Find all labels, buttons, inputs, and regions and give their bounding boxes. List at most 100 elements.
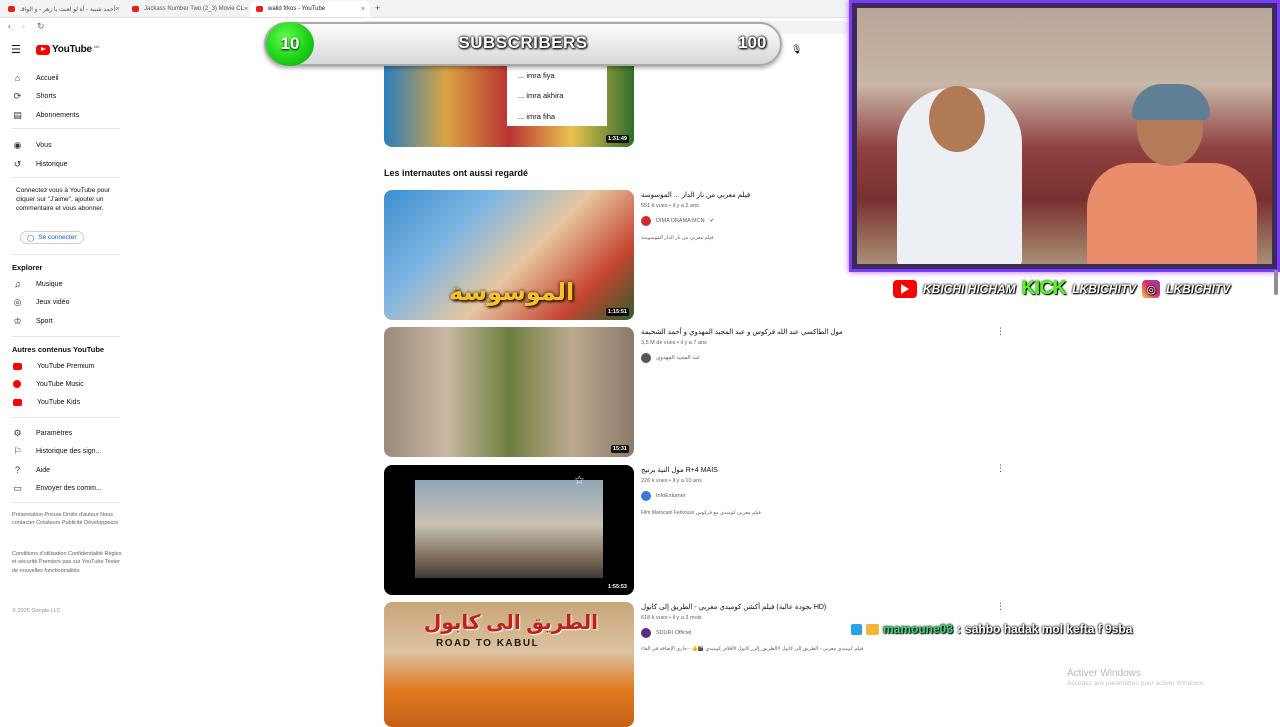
- sidebar-item-you[interactable]: ◉ Vous: [12, 136, 52, 154]
- sidebar-item-music[interactable]: ♫ Musique: [12, 275, 62, 293]
- youtube-logo[interactable]: YouTube MA: [36, 44, 100, 55]
- thumbnail-text: الطريق الى كابول: [424, 612, 599, 634]
- person-right: [1087, 163, 1257, 264]
- signin-button[interactable]: ◯ Se connecter: [20, 231, 84, 244]
- search-suggestion[interactable]: ... imra fiya: [518, 71, 555, 80]
- account-icon: ◯: [27, 234, 35, 242]
- windows-activation-subtitle: Accédez aux paramètres pour activer Wind…: [1067, 680, 1205, 687]
- video-description: فيلم مغربي من نار الدار الموسوسة: [641, 235, 714, 241]
- channel-link[interactable]: عبد المجيد المهدوي: [641, 353, 700, 363]
- sidebar-item-premium[interactable]: YouTube Premium: [12, 357, 94, 375]
- back-arrow-icon[interactable]: ‹: [8, 21, 11, 31]
- video-title[interactable]: فيلم مغربي من نار الدار ... الموسوسة: [641, 191, 750, 199]
- hamburger-menu-icon[interactable]: ☰: [11, 43, 21, 56]
- sidebar-item-history[interactable]: ↺ Historique: [12, 155, 68, 173]
- sidebar-item-help[interactable]: ? Aide: [12, 461, 50, 479]
- scrollbar[interactable]: [1274, 270, 1278, 295]
- video-thumbnail[interactable]: الطريق الى كابول ROAD TO KABUL: [384, 602, 634, 727]
- sidebar-item-music-app[interactable]: YouTube Music: [12, 375, 84, 393]
- video-meta: 618 k vues • il y a 3 mois: [641, 615, 702, 621]
- home-icon: ⌂: [14, 73, 21, 83]
- close-tab-icon[interactable]: ×: [361, 6, 365, 13]
- sidebar-item-sport[interactable]: ♔ Sport: [12, 312, 52, 330]
- sidebar-item-gaming[interactable]: ◎ Jeux vidéo: [12, 293, 70, 311]
- divider: [12, 336, 120, 337]
- channel-link[interactable]: DIMA DRAMA MCN ✔: [641, 216, 714, 226]
- search-suggestion[interactable]: ... imra fiha: [518, 112, 555, 121]
- sidebar-item-kids[interactable]: YouTube Kids: [12, 393, 80, 411]
- instagram-handle: LKBICHITV: [1166, 282, 1231, 296]
- user-icon: ◉: [13, 139, 22, 150]
- reload-icon[interactable]: ↻: [37, 21, 45, 32]
- sidebar-item-report-history[interactable]: ⚐ Historique des sign...: [12, 442, 101, 460]
- close-tab-icon[interactable]: ×: [244, 6, 248, 13]
- video-thumbnail[interactable]: 15:31: [384, 327, 634, 457]
- youtube-icon: [893, 280, 917, 298]
- forward-arrow-icon[interactable]: ›: [22, 21, 25, 31]
- channel-link[interactable]: SDURI Officiel: [641, 628, 691, 638]
- avatar: [641, 216, 651, 226]
- person-left-head: [929, 86, 985, 152]
- badge-icon: [851, 623, 862, 635]
- star-icon: ☆: [574, 473, 585, 487]
- youtube-music-icon: [13, 380, 21, 388]
- more-options-icon[interactable]: ⋮: [996, 463, 1005, 474]
- thumbnail-image: [415, 480, 603, 578]
- video-title[interactable]: مول الطاكسي عبد الله فركوس و عبد المجيد …: [641, 328, 843, 336]
- shorts-icon: ⟳: [13, 90, 22, 101]
- video-thumbnail[interactable]: الموسوسة 1:15:51: [384, 190, 634, 320]
- subscriber-goal-label: SUBSCRIBERS: [458, 33, 588, 52]
- youtube-premium-icon: [13, 362, 22, 370]
- trophy-icon: ♔: [13, 315, 22, 326]
- browser-tab[interactable]: أحمد شيبة - أه لو لعبت يا زهر - و الواقـ…: [2, 1, 124, 17]
- sidebar-item-home[interactable]: ⌂ Accueil: [12, 69, 59, 87]
- divider: [12, 128, 120, 129]
- sidebar-item-settings[interactable]: ⚙ Paramètres: [12, 424, 72, 442]
- instagram-icon: ◎: [1142, 280, 1161, 298]
- browser-tab-active[interactable]: walid frkos - YouTube ×: [250, 1, 370, 17]
- video-duration: 15:31: [610, 445, 629, 453]
- youtube-handle: KBICHI HICHAM: [923, 282, 1016, 296]
- copyright: © 2025 Google LLC: [12, 608, 61, 614]
- music-icon: ♫: [14, 279, 21, 289]
- video-duration: 1:55:53: [606, 583, 629, 591]
- microphone-icon[interactable]: 🎙: [791, 44, 802, 55]
- close-tab-icon[interactable]: ×: [115, 6, 119, 13]
- more-options-icon[interactable]: ⋮: [996, 326, 1005, 337]
- verified-icon: ✔: [709, 218, 715, 224]
- cap: [1132, 84, 1210, 120]
- chat-message: mamoune03 : sahbo hadak mol kefta f 9sba: [851, 622, 1132, 636]
- video-meta: 551 k vues • il y a 2 ans: [641, 203, 699, 209]
- flag-icon: ⚐: [13, 445, 22, 456]
- play-glyph: [901, 284, 909, 294]
- youtube-favicon-icon: [256, 6, 263, 12]
- search-suggestion[interactable]: ... imra akhira: [518, 91, 563, 100]
- help-icon: ?: [14, 465, 20, 475]
- video-title[interactable]: مول النية برنيج R+4 MAIS: [641, 466, 718, 474]
- chat-text: sahbo hadak mol kefta f 9sba: [965, 622, 1133, 636]
- channel-link[interactable]: InfoExtumer: [641, 491, 686, 501]
- video-title[interactable]: فيلم أكشن كوميدي مغربي - الطريق إلى كابو…: [641, 603, 826, 611]
- divider: [12, 177, 120, 178]
- sidebar-item-subscriptions[interactable]: ▤ Abonnements: [12, 106, 79, 124]
- video-thumbnail[interactable]: ☆ 1:55:53: [384, 465, 634, 595]
- kick-logo-icon: KICK: [1021, 278, 1067, 299]
- divider: [12, 502, 120, 503]
- feedback-icon: ▭: [13, 482, 22, 493]
- signin-prompt: Connectez vous à YouTube pour cliquer su…: [16, 187, 111, 212]
- more-options-icon[interactable]: ⋮: [996, 601, 1005, 612]
- youtube-favicon-icon: [132, 6, 139, 12]
- sidebar-item-feedback[interactable]: ▭ Envoyer des comm...: [12, 479, 102, 497]
- kick-handle: LKBICHITV: [1072, 282, 1137, 296]
- footer-links[interactable]: Présentation Presse Droits d'auteur Nous…: [12, 511, 122, 528]
- subscriptions-icon: ▤: [13, 109, 22, 120]
- history-icon: ↺: [13, 158, 22, 169]
- video-meta: 226 k vues • il y a 10 ans: [641, 478, 702, 484]
- footer-links-legal[interactable]: Conditions d'utilisation Confidentialité…: [12, 550, 122, 575]
- webcam-frame: [849, 0, 1280, 272]
- video-duration: 1:15:51: [606, 308, 629, 316]
- browser-tab[interactable]: Jackass Number Two (2_3) Movie CL ×: [126, 1, 248, 17]
- new-tab-button[interactable]: +: [375, 3, 380, 13]
- webcam-feed: [857, 8, 1272, 264]
- sidebar-item-shorts[interactable]: ⟳ Shorts: [12, 87, 57, 105]
